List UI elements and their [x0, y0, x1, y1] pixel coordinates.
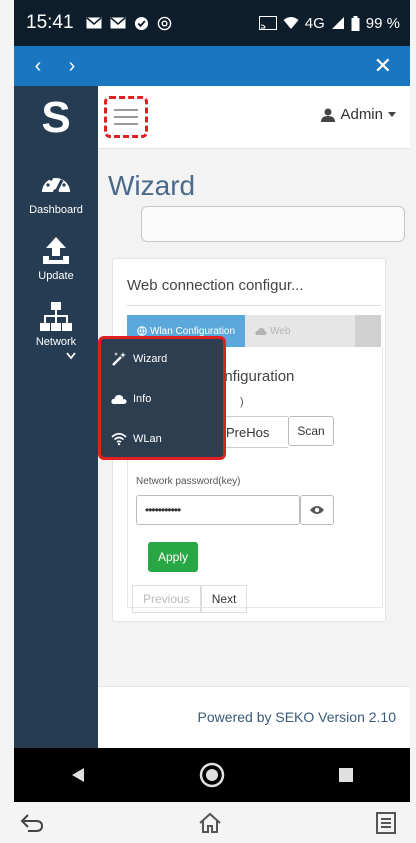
system-icons: 4G 99 %	[258, 14, 400, 32]
page-title: Wizard	[108, 170, 196, 201]
submenu-label: WLan	[133, 433, 162, 445]
submenu-label: Info	[133, 393, 152, 405]
previous-button[interactable]: Previous	[132, 585, 201, 613]
sidebar: S Dashboard Update Network	[14, 86, 98, 748]
close-icon[interactable]: ✕	[374, 53, 392, 79]
top-navbar: Admin	[98, 86, 410, 149]
mail-icon	[110, 17, 126, 29]
return-arrow-icon[interactable]	[20, 813, 44, 833]
sidebar-item-update[interactable]: Update	[14, 234, 98, 282]
next-button[interactable]: Next	[200, 585, 248, 613]
browser-toolbar: ‹ › ✕	[14, 46, 410, 86]
home-icon[interactable]	[198, 812, 222, 834]
magic-wand-icon	[112, 352, 126, 366]
signal-icon	[331, 17, 344, 29]
check-circle-icon	[134, 16, 148, 30]
chevron-down-icon	[66, 352, 76, 360]
footer: Powered by SEKO Version 2.10	[98, 686, 410, 749]
sidebar-item-label: Network	[35, 336, 77, 348]
left-frame	[0, 0, 14, 843]
sitemap-icon	[40, 302, 72, 331]
section-title: onfiguration	[216, 368, 295, 385]
submenu-item-info[interactable]: Info	[101, 379, 223, 419]
home-circle-icon[interactable]	[199, 762, 225, 788]
hamburger-menu-icon[interactable]	[104, 96, 148, 138]
submenu-label: Wizard	[133, 353, 168, 365]
caret-down-icon	[388, 111, 396, 117]
dashboard-gauge-icon	[42, 177, 70, 195]
network-type: 4G	[304, 14, 325, 32]
submenu-item-wlan[interactable]: WLan	[101, 419, 223, 459]
seko-logo[interactable]: S	[14, 86, 98, 150]
back-triangle-icon[interactable]	[70, 767, 86, 783]
password-field[interactable]: •••••••••••	[136, 495, 300, 525]
password-label: Network password(key)	[136, 476, 241, 487]
sidebar-item-label: Update	[38, 270, 74, 282]
mail-icon	[86, 17, 102, 29]
cast-icon	[258, 16, 277, 30]
user-name: Admin	[340, 106, 383, 123]
battery-icon	[351, 15, 360, 31]
at-sign-icon	[157, 16, 171, 30]
chevron-left-icon[interactable]: ‹	[24, 55, 52, 78]
pager: Previous Next	[132, 585, 248, 613]
show-password-button[interactable]	[300, 495, 334, 525]
submenu-item-wizard[interactable]: Wizard	[101, 339, 223, 379]
sidebar-item-label: Dashboard	[29, 204, 83, 216]
title-input-box[interactable]	[141, 206, 405, 242]
notification-icons	[86, 16, 172, 31]
chevron-right-icon[interactable]: ›	[58, 55, 86, 78]
android-navigation-bar	[14, 748, 410, 802]
status-bar: 15:41 4G 99 %	[14, 0, 410, 46]
ssid-field[interactable]: PreHos	[226, 416, 288, 448]
wifi-icon	[111, 432, 127, 446]
recents-square-icon[interactable]	[338, 767, 354, 783]
battery-level: 99 %	[365, 14, 400, 32]
status-time: 15:41	[26, 12, 74, 33]
user-icon	[321, 108, 336, 122]
network-submenu: Wizard Info WLan	[98, 336, 226, 460]
apply-button[interactable]: Apply	[148, 542, 198, 572]
user-menu[interactable]: Admin	[321, 106, 396, 123]
cloud-icon	[111, 394, 127, 404]
field-label-fragment: )	[240, 396, 244, 408]
wifi-icon	[283, 17, 299, 29]
right-frame	[410, 0, 416, 843]
upload-icon	[43, 237, 69, 264]
bottom-bar	[0, 802, 416, 843]
sidebar-item-dashboard[interactable]: Dashboard	[14, 168, 98, 216]
sidebar-item-network[interactable]: Network	[14, 300, 98, 360]
footer-text: Powered by SEKO Version 2.10	[197, 709, 396, 725]
menu-list-icon[interactable]	[376, 811, 396, 834]
scan-button[interactable]: Scan	[288, 416, 334, 446]
eye-icon	[310, 506, 324, 514]
